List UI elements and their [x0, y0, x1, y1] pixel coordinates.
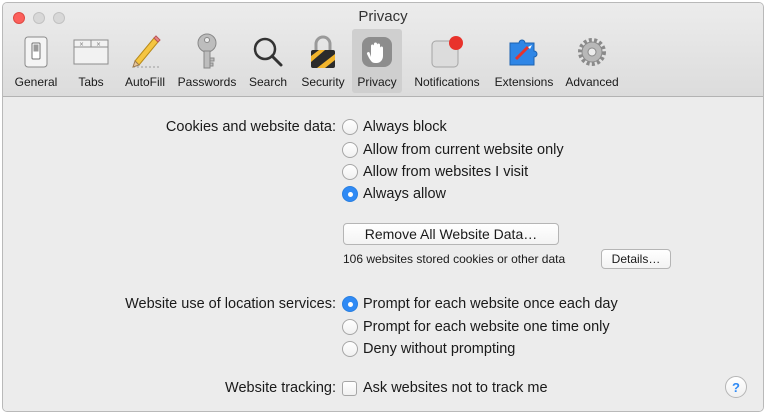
cookies-option-websites-visited[interactable]: Allow from websites I visit: [342, 164, 528, 180]
help-button[interactable]: ?: [725, 376, 747, 398]
tab-privacy-label: Privacy: [357, 75, 397, 89]
location-services-label: Website use of location services:: [125, 296, 336, 312]
radio-label: Always allow: [363, 186, 446, 202]
tab-extensions[interactable]: Extensions: [489, 29, 559, 93]
tab-passwords-label: Passwords: [177, 75, 237, 89]
privacy-pane: Cookies and website data: Always block A…: [3, 97, 763, 411]
cookies-label: Cookies and website data:: [165, 119, 336, 135]
window-title: Privacy: [358, 8, 408, 25]
tab-notifications-label: Notifications: [414, 75, 480, 89]
radio-label: Allow from current website only: [363, 142, 564, 158]
stored-cookies-note: 106 websites stored cookies or other dat…: [343, 252, 566, 266]
tab-passwords[interactable]: Passwords: [173, 29, 241, 93]
magnifier-icon: [248, 33, 288, 71]
tab-security-label: Security: [301, 75, 345, 89]
cookies-option-current-website[interactable]: Allow from current website only: [342, 142, 564, 158]
radio-button[interactable]: [342, 164, 358, 180]
tab-security[interactable]: Security: [295, 29, 351, 93]
tab-tabs-label: Tabs: [78, 75, 104, 89]
location-option-one-time-only[interactable]: Prompt for each website one time only: [342, 319, 610, 335]
radio-button[interactable]: [342, 341, 358, 357]
tab-privacy[interactable]: Privacy: [352, 29, 402, 93]
tab-autofill-label: AutoFill: [124, 75, 165, 89]
tab-tabs[interactable]: × × Tabs: [69, 29, 113, 93]
tab-search[interactable]: Search: [243, 29, 293, 93]
tab-general-label: General: [14, 75, 58, 89]
radio-label: Always block: [363, 119, 447, 135]
notification-badge-icon: [427, 33, 467, 71]
radio-label: Deny without prompting: [363, 341, 516, 357]
radio-button-selected[interactable]: [342, 296, 358, 312]
hand-icon: [357, 33, 397, 71]
location-option-deny[interactable]: Deny without prompting: [342, 341, 515, 357]
tab-advanced-label: Advanced: [565, 75, 619, 89]
details-button[interactable]: Details…: [601, 249, 671, 269]
general-switch-icon: [16, 33, 56, 71]
location-option-once-each-day[interactable]: Prompt for each website once each day: [342, 296, 618, 312]
cookies-option-always-allow[interactable]: Always allow: [342, 186, 446, 202]
preferences-window: Privacy General × × Tabs AutoFill Passwo…: [2, 2, 764, 412]
tab-general[interactable]: General: [7, 29, 65, 93]
radio-label: Prompt for each website once each day: [363, 296, 618, 312]
website-tracking-label: Website tracking:: [225, 380, 336, 396]
tab-autofill[interactable]: AutoFill: [117, 29, 173, 93]
svg-text:×: ×: [96, 41, 101, 48]
tab-notifications[interactable]: Notifications: [405, 29, 489, 93]
puzzle-icon: [504, 33, 544, 71]
pencil-icon: [125, 33, 165, 71]
toolbar-area: Privacy General × × Tabs AutoFill Passwo…: [3, 3, 763, 97]
tabs-icon: × ×: [71, 33, 111, 71]
do-not-track-option[interactable]: Ask websites not to track me: [342, 380, 548, 396]
checkbox-label: Ask websites not to track me: [363, 380, 548, 396]
tab-advanced[interactable]: Advanced: [559, 29, 625, 93]
padlock-icon: [303, 33, 343, 71]
radio-button[interactable]: [342, 119, 358, 135]
radio-button-selected[interactable]: [342, 186, 358, 202]
radio-button[interactable]: [342, 142, 358, 158]
radio-label: Prompt for each website one time only: [363, 319, 610, 335]
svg-text:×: ×: [79, 41, 84, 48]
do-not-track-checkbox[interactable]: [342, 380, 357, 396]
tab-extensions-label: Extensions: [494, 75, 554, 89]
key-icon: [187, 33, 227, 71]
remove-all-website-data-button[interactable]: Remove All Website Data…: [343, 223, 559, 245]
tab-search-label: Search: [248, 75, 288, 89]
radio-button[interactable]: [342, 319, 358, 335]
cookies-option-always-block[interactable]: Always block: [342, 119, 447, 135]
gears-icon: [572, 33, 612, 71]
radio-label: Allow from websites I visit: [363, 164, 529, 180]
